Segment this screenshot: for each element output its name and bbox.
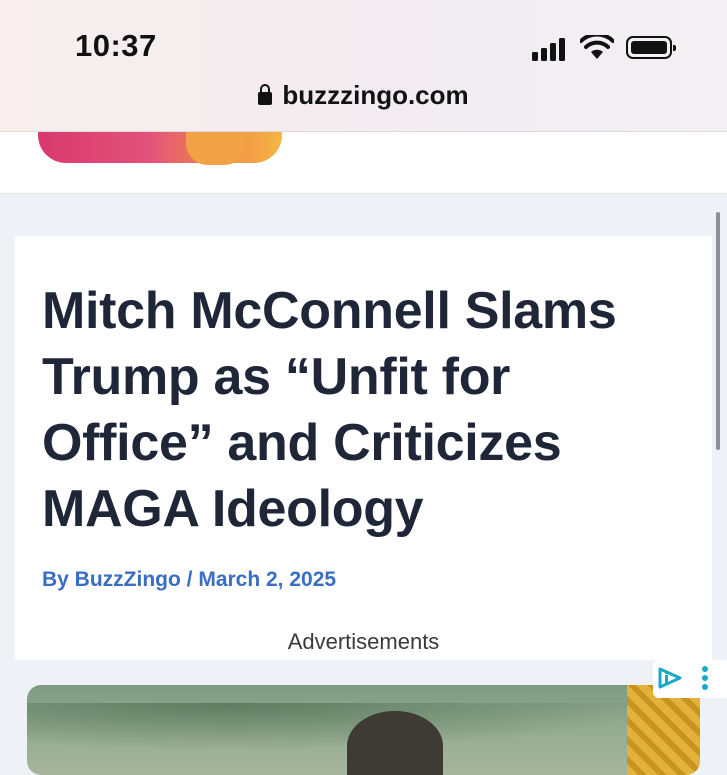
status-time: 10:37: [75, 28, 157, 63]
ad-more-options-icon[interactable]: [701, 666, 709, 694]
ad-choices[interactable]: [653, 660, 727, 698]
cellular-signal-icon: [532, 37, 568, 61]
ad-patterned-shirt: [627, 685, 700, 775]
lock-icon: [258, 84, 273, 105]
page-scrollbar[interactable]: [716, 212, 720, 450]
browser-chrome: 10:37 buzzzingo.com: [0, 0, 727, 132]
ad-person-head: [347, 711, 443, 775]
wifi-icon: [580, 35, 614, 59]
ad-image[interactable]: [27, 685, 700, 775]
site-header: [0, 131, 727, 194]
article-byline[interactable]: By BuzzZingo / March 2, 2025: [42, 568, 336, 592]
article-card: Mitch McConnell Slams Trump as “Unfit fo…: [15, 236, 712, 660]
advertisements-label: Advertisements: [287, 629, 440, 654]
site-logo-tail: [186, 131, 246, 165]
article-title: Mitch McConnell Slams Trump as “Unfit fo…: [42, 282, 617, 538]
url-text: buzzzingo.com: [282, 80, 469, 110]
battery-icon: [626, 36, 676, 59]
address-bar[interactable]: buzzzingo.com: [0, 80, 727, 111]
ad-play-icon[interactable]: [657, 667, 683, 689]
